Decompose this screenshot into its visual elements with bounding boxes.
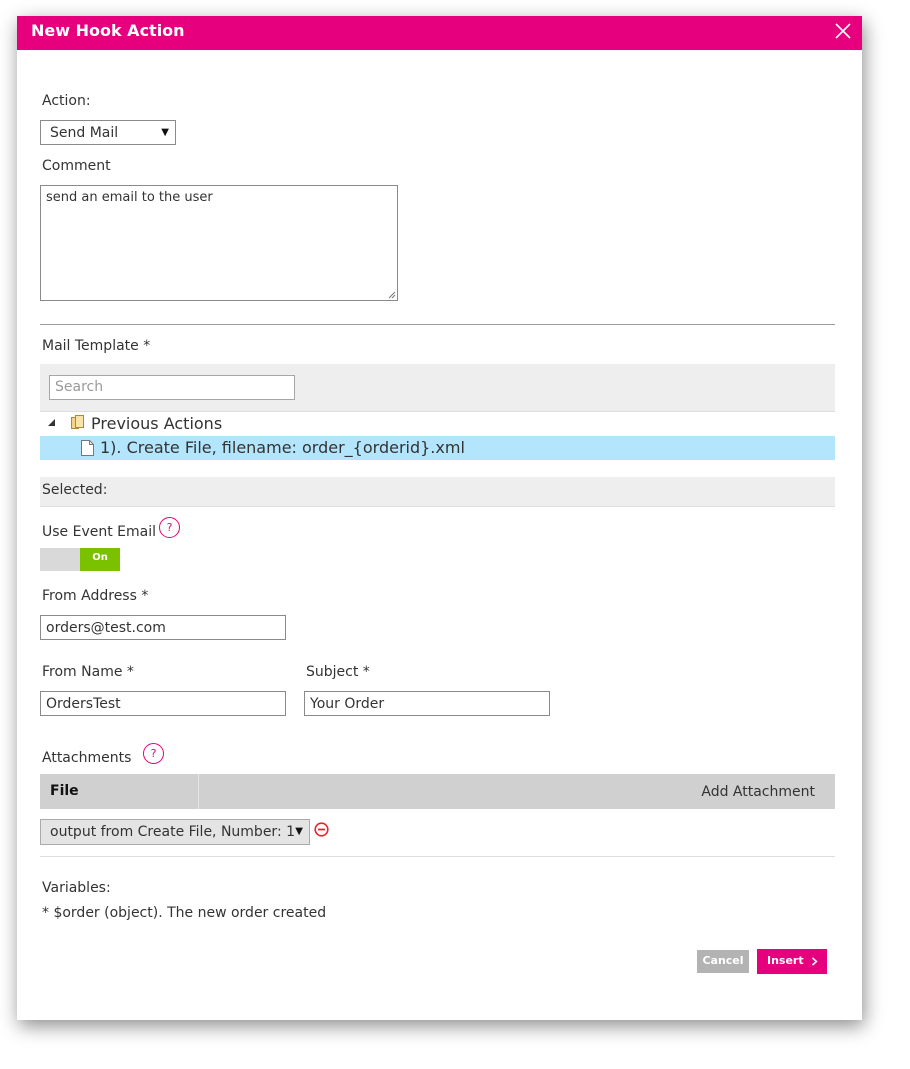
from-name-input[interactable]: OrdersTest xyxy=(40,691,286,716)
from-address-input[interactable]: orders@test.com xyxy=(40,615,286,640)
dialog-titlebar: New Hook Action xyxy=(17,16,862,50)
from-name-value: OrdersTest xyxy=(46,696,121,712)
insert-button-label: Insert xyxy=(767,954,804,967)
mail-template-search-input[interactable]: Search xyxy=(49,375,295,400)
comment-label: Comment xyxy=(42,158,111,174)
toggle-off-track xyxy=(40,548,80,571)
cancel-button[interactable]: Cancel xyxy=(697,950,749,973)
tree-folder-label[interactable]: Previous Actions xyxy=(91,414,222,434)
close-button[interactable] xyxy=(834,22,852,40)
attachment-select[interactable]: output from Create File, Number: 1 ▼ xyxy=(40,819,310,845)
attachments-label: Attachments xyxy=(42,750,132,766)
attachment-select-value: output from Create File, Number: 1 xyxy=(50,824,296,840)
search-panel-border xyxy=(40,411,835,412)
comment-value: send an email to the user xyxy=(46,190,213,205)
from-name-label: From Name * xyxy=(42,664,134,680)
caret-down-icon: ▼ xyxy=(295,826,303,837)
action-select-value: Send Mail xyxy=(50,125,119,141)
use-event-email-label: Use Event Email xyxy=(42,524,157,540)
new-hook-action-dialog: New Hook Action Action: Send Mail ▼ Comm… xyxy=(17,16,862,1020)
caret-down-icon: ▼ xyxy=(161,127,169,138)
tree-item-selected[interactable]: 1). Create File, filename: order_{orderi… xyxy=(40,436,835,460)
selected-label: Selected: xyxy=(42,482,108,498)
subject-input[interactable]: Your Order xyxy=(304,691,550,716)
selected-bar: Selected: xyxy=(40,477,835,507)
tree-expand-icon[interactable] xyxy=(47,418,56,427)
subject-value: Your Order xyxy=(310,696,385,712)
file-column-header: File xyxy=(50,783,79,799)
attachments-divider xyxy=(40,856,835,857)
dialog-title: New Hook Action xyxy=(31,21,185,40)
close-icon xyxy=(835,23,851,39)
mail-template-label: Mail Template * xyxy=(42,338,151,354)
from-address-label: From Address * xyxy=(42,588,149,604)
subject-label: Subject * xyxy=(306,664,370,680)
resize-grip-icon[interactable] xyxy=(388,291,396,299)
file-icon xyxy=(81,440,94,456)
tree-item-label: 1). Create File, filename: order_{orderi… xyxy=(100,438,465,457)
help-icon[interactable]: ? xyxy=(159,517,180,538)
comment-textarea[interactable]: send an email to the user xyxy=(40,185,398,301)
insert-button[interactable]: Insert xyxy=(757,949,827,974)
chevron-right-icon xyxy=(812,957,818,966)
action-select[interactable]: Send Mail ▼ xyxy=(40,120,176,145)
search-placeholder: Search xyxy=(55,379,104,395)
use-event-email-toggle[interactable]: On xyxy=(40,548,120,571)
section-divider xyxy=(40,324,835,325)
add-attachment-button[interactable]: Add Attachment xyxy=(701,784,815,800)
attachments-help-icon[interactable]: ? xyxy=(143,743,164,764)
action-label: Action: xyxy=(42,93,91,109)
variable-line: * $order (object). The new order created xyxy=(42,905,327,921)
header-divider xyxy=(198,774,199,809)
from-address-value: orders@test.com xyxy=(46,620,166,636)
toggle-on-label: On xyxy=(80,548,120,571)
variables-label: Variables: xyxy=(42,880,111,896)
folder-icon xyxy=(71,415,84,429)
attachments-header: File Add Attachment xyxy=(40,774,835,809)
remove-attachment-icon[interactable] xyxy=(314,822,329,837)
